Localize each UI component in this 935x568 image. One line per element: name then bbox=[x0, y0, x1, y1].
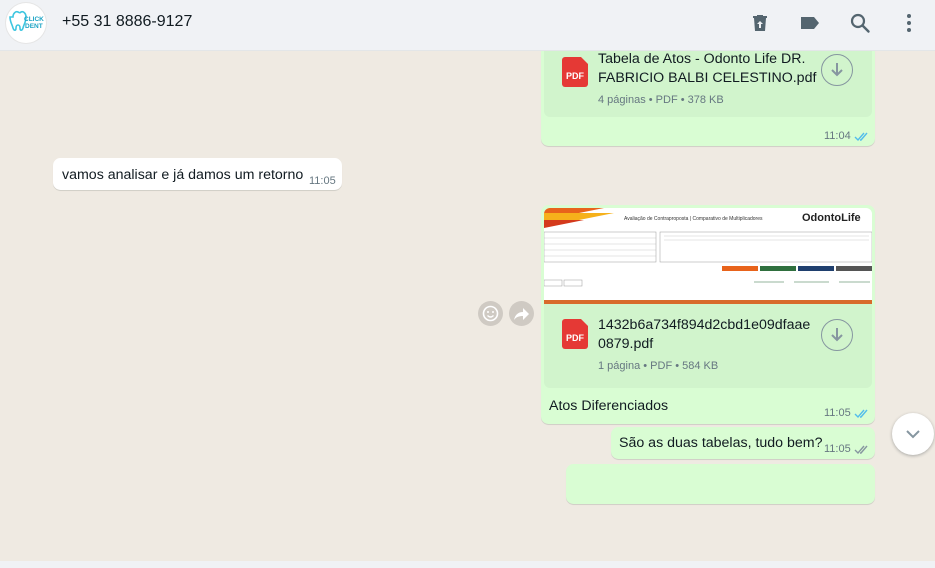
document-file-name-line1: 1432b6a734f894d2cbd1e09dfaae bbox=[598, 317, 811, 333]
chevron-down-icon bbox=[906, 430, 920, 439]
delivered-receipt-icon bbox=[854, 445, 868, 455]
svg-text:CLICK: CLICK bbox=[24, 16, 44, 23]
svg-text:Avaliação de Contraproposta |: Avaliação de Contraproposta | Comparativ… bbox=[624, 216, 763, 222]
message-text: vamos analisar e já damos um retorno bbox=[62, 167, 304, 183]
outgoing-document-message[interactable]: Avaliação de Contraproposta | Comparativ… bbox=[541, 205, 875, 424]
message-text: São as duas tabelas, tudo bem? bbox=[619, 435, 823, 451]
emoji-icon bbox=[482, 305, 499, 322]
contact-avatar[interactable]: CLICK DENT bbox=[6, 3, 46, 43]
document-meta: 1 página • PDF • 584 KB bbox=[598, 360, 719, 372]
svg-text:OdontoLife: OdontoLife bbox=[802, 212, 861, 224]
click-dent-logo: CLICK DENT bbox=[9, 10, 44, 32]
document-preview-image[interactable]: Avaliação de Contraproposta | Comparativ… bbox=[544, 208, 872, 304]
document-file-name-line1: Tabela de Atos - Odonto Life DR. bbox=[598, 51, 806, 67]
outgoing-text-message[interactable]: São as duas tabelas, tudo bem? 11:05 bbox=[611, 427, 875, 459]
label-icon[interactable] bbox=[798, 11, 822, 35]
forward-icon bbox=[514, 308, 529, 320]
document-card[interactable]: PDF Tabela de Atos - Odonto Life DR. FAB… bbox=[544, 51, 872, 117]
read-receipt-icon bbox=[854, 132, 868, 142]
download-button[interactable] bbox=[821, 54, 853, 86]
outgoing-document-message[interactable]: PDF Tabela de Atos - Odonto Life DR. FAB… bbox=[541, 51, 875, 146]
message-time: 11:05 bbox=[824, 407, 851, 419]
download-button[interactable] bbox=[821, 319, 853, 351]
react-button[interactable] bbox=[478, 301, 503, 326]
message-caption: Atos Diferenciados bbox=[549, 398, 669, 414]
pdf-file-icon: PDF bbox=[562, 57, 588, 87]
document-file-name-line2: FABRICIO BALBI CELESTINO.pdf bbox=[598, 70, 817, 86]
menu-icon[interactable] bbox=[897, 11, 921, 35]
download-icon bbox=[831, 63, 843, 77]
document-file-name-line2: 0879.pdf bbox=[598, 336, 654, 352]
chat-area[interactable]: PDF Tabela de Atos - Odonto Life DR. FAB… bbox=[0, 51, 935, 561]
pdf-file-icon: PDF bbox=[562, 319, 588, 349]
svg-text:DENT: DENT bbox=[25, 23, 43, 30]
chat-header: CLICK DENT +55 31 8886-9127 bbox=[0, 0, 935, 51]
download-icon bbox=[831, 328, 843, 342]
message-time: 11:05 bbox=[309, 175, 336, 187]
message-time: 11:05 bbox=[824, 443, 851, 455]
message-time: 11:04 bbox=[824, 130, 851, 142]
contact-name[interactable]: +55 31 8886-9127 bbox=[62, 13, 192, 31]
forward-button[interactable] bbox=[509, 301, 534, 326]
search-icon[interactable] bbox=[848, 11, 872, 35]
outgoing-message-partial[interactable] bbox=[566, 464, 875, 504]
delete-chat-icon[interactable] bbox=[748, 11, 772, 35]
document-meta: 4 páginas • PDF • 378 KB bbox=[598, 94, 724, 106]
document-card[interactable]: PDF 1432b6a734f894d2cbd1e09dfaae 0879.pd… bbox=[544, 304, 872, 388]
read-receipt-icon bbox=[854, 409, 868, 419]
composer-bar bbox=[0, 561, 935, 568]
scroll-to-bottom-button[interactable] bbox=[892, 413, 934, 455]
incoming-text-message[interactable]: vamos analisar e já damos um retorno 11:… bbox=[53, 158, 342, 190]
preview-graphic: Avaliação de Contraproposta | Comparativ… bbox=[544, 208, 872, 304]
